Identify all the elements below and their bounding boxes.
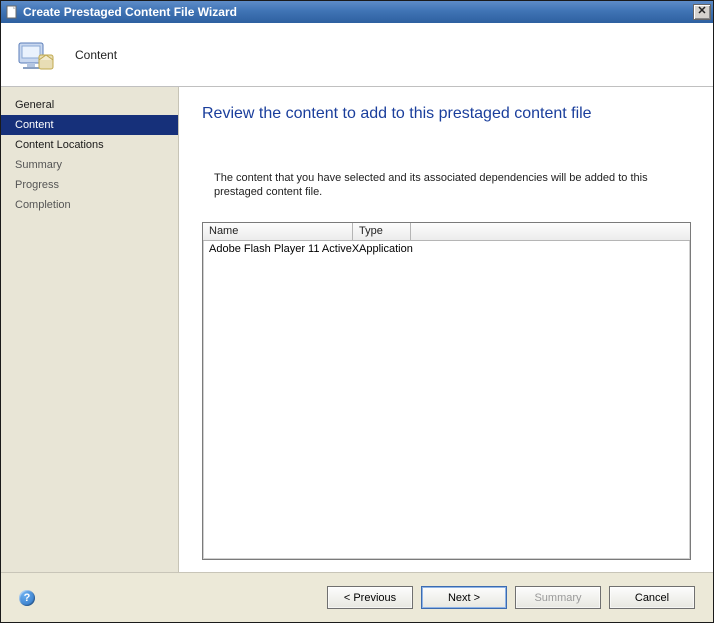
- sidebar-item-content[interactable]: Content: [1, 115, 178, 135]
- cancel-button[interactable]: Cancel: [609, 586, 695, 609]
- sidebar-item-general[interactable]: General: [1, 95, 178, 115]
- previous-button[interactable]: < Previous: [327, 586, 413, 609]
- content-table: Name Type Adobe Flash Player 11 ActiveX …: [202, 222, 691, 560]
- column-header-type[interactable]: Type: [353, 223, 411, 241]
- cell-name: Adobe Flash Player 11 ActiveX: [203, 242, 353, 256]
- footer: ? < Previous Next > Summary Cancel: [1, 572, 713, 622]
- window-title: Create Prestaged Content File Wizard: [23, 5, 693, 19]
- header-label: Content: [75, 48, 117, 62]
- page-description: The content that you have selected and i…: [202, 171, 691, 200]
- table-body: Adobe Flash Player 11 ActiveX Applicatio…: [203, 241, 690, 559]
- close-button[interactable]: ✕: [693, 4, 711, 20]
- content-icon: [13, 33, 57, 77]
- help-icon[interactable]: ?: [19, 590, 35, 606]
- sidebar-item-completion[interactable]: Completion: [1, 195, 178, 215]
- column-header-extra[interactable]: [411, 223, 690, 241]
- wizard-body: General Content Content Locations Summar…: [1, 87, 713, 572]
- table-header-row: Name Type: [203, 223, 690, 241]
- cell-type: Application: [353, 242, 411, 256]
- header-strip: Content: [1, 23, 713, 87]
- summary-button[interactable]: Summary: [515, 586, 601, 609]
- next-button[interactable]: Next >: [421, 586, 507, 609]
- wizard-window: Create Prestaged Content File Wizard ✕ C…: [0, 0, 714, 623]
- table-row[interactable]: Adobe Flash Player 11 ActiveX Applicatio…: [203, 241, 690, 257]
- column-header-name[interactable]: Name: [203, 223, 353, 241]
- sidebar: General Content Content Locations Summar…: [1, 87, 179, 572]
- sidebar-item-content-locations[interactable]: Content Locations: [1, 135, 178, 155]
- main-panel: Review the content to add to this presta…: [179, 87, 713, 572]
- sidebar-item-summary[interactable]: Summary: [1, 155, 178, 175]
- titlebar: Create Prestaged Content File Wizard ✕: [1, 1, 713, 23]
- sidebar-item-progress[interactable]: Progress: [1, 175, 178, 195]
- page-heading: Review the content to add to this presta…: [202, 105, 691, 123]
- window-icon: [5, 5, 19, 19]
